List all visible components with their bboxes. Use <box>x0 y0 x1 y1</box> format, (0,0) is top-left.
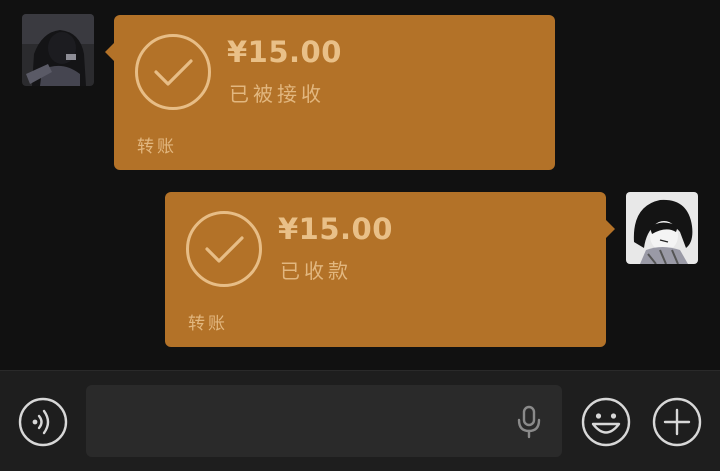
transfer-bubble-collected[interactable]: ¥15.00 已收款 转账 <box>165 192 615 347</box>
plus-icon[interactable] <box>652 397 702 447</box>
input-bar <box>0 370 720 471</box>
message-input[interactable] <box>86 385 562 457</box>
check-circle-icon <box>135 34 211 110</box>
transfer-amount: ¥15.00 <box>278 212 393 246</box>
check-circle-icon <box>186 211 262 287</box>
transfer-status: 已被接收 <box>229 82 325 106</box>
transfer-label: 转账 <box>188 314 228 334</box>
transfer-amount: ¥15.00 <box>227 35 342 69</box>
emoji-icon[interactable] <box>581 397 631 447</box>
voice-icon[interactable] <box>18 397 68 447</box>
bubble-tail <box>606 220 615 238</box>
bubble-tail <box>105 43 114 61</box>
chat-area: ¥15.00 已被接收 转账 ¥15.00 已收款 转账 <box>0 0 720 370</box>
contact-avatar[interactable] <box>22 14 94 86</box>
microphone-icon[interactable] <box>514 405 544 439</box>
transfer-label: 转账 <box>137 137 177 157</box>
self-avatar[interactable] <box>626 192 698 264</box>
transfer-bubble-received[interactable]: ¥15.00 已被接收 转账 <box>105 15 555 170</box>
transfer-status: 已收款 <box>280 259 352 283</box>
